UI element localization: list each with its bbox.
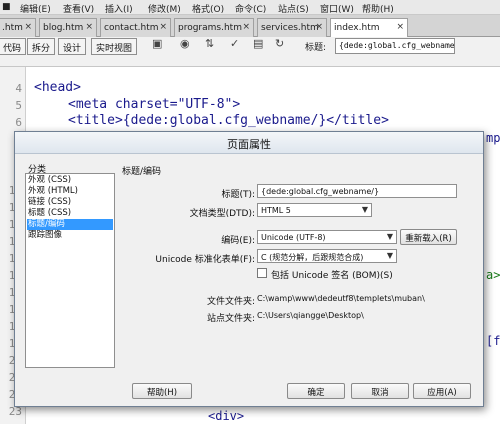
tab-services[interactable]: services.htm ×: [257, 18, 327, 37]
code-peek-text: mp: [486, 131, 500, 145]
tab-label: contact.htm: [104, 23, 159, 33]
code-line-head[interactable]: <head>: [34, 80, 81, 95]
menu-view[interactable]: 查看(V): [63, 2, 94, 15]
bom-checkbox[interactable]: [257, 268, 267, 278]
document-tab-bar: .htm × blog.htm × contact.htm × programs…: [0, 15, 500, 38]
tab-partial[interactable]: .htm ×: [0, 18, 36, 37]
encoding-select[interactable]: Unicode (UTF-8) ▼: [257, 230, 397, 244]
apply-button[interactable]: 应用(A): [413, 383, 471, 399]
code-line-meta[interactable]: <meta charset="UTF-8">: [68, 97, 240, 112]
tab-blog[interactable]: blog.htm ×: [39, 18, 97, 37]
normalization-value: C (规范分解，后跟规范合成): [261, 253, 364, 262]
split-view-button[interactable]: 拆分: [27, 38, 56, 55]
refresh-icon[interactable]: ↻: [275, 37, 284, 50]
doctype-select[interactable]: HTML 5 ▼: [257, 203, 372, 217]
tab-label: blog.htm: [43, 23, 84, 33]
category-list: 外观 (CSS) 外观 (HTML) 链接 (CSS) 标题 (CSS) 标题/…: [25, 173, 115, 368]
menu-help[interactable]: 帮助(H): [362, 2, 394, 15]
menu-insert[interactable]: 插入(I): [105, 2, 133, 15]
page-properties-dialog: 页面属性 分类 外观 (CSS) 外观 (HTML) 链接 (CSS) 标题 (…: [14, 131, 484, 407]
tab-programs[interactable]: programs.htm ×: [174, 18, 254, 37]
menu-window[interactable]: 窗口(W): [320, 2, 354, 15]
document-folder-path: C:\wamp\www\dedeutf8\templets\muban\: [257, 294, 425, 303]
tab-label: services.htm: [261, 23, 319, 33]
reload-button[interactable]: 重新载入(R): [400, 229, 457, 245]
category-item-appearance-html[interactable]: 外观 (HTML): [27, 186, 113, 197]
line-number: 4: [15, 82, 22, 95]
code-peek-text: <div>: [208, 409, 245, 423]
category-item-title-encoding[interactable]: 标题/编码: [27, 219, 113, 230]
line-number: 5: [15, 99, 22, 112]
title-label: 标题:: [305, 43, 327, 53]
section-header: 标题/编码: [122, 167, 162, 177]
tab-label: .htm: [2, 23, 23, 33]
menu-bar: ■ 编辑(E) 查看(V) 插入(I) 修改(M) 格式(O) 命令(C) 站点…: [0, 0, 500, 15]
site-folder-label: 站点文件夹:: [206, 314, 255, 324]
document-folder-label: 文件文件夹:: [206, 297, 255, 307]
doctype-label: 文档类型(DTD):: [189, 209, 255, 219]
menu-edit[interactable]: 编辑(E): [20, 2, 51, 15]
document-title-input[interactable]: {dede:global.cfg_webname/: [335, 38, 455, 54]
encoding-label: 编码(E):: [221, 236, 255, 246]
dialog-body: 分类 外观 (CSS) 外观 (HTML) 链接 (CSS) 标题 (CSS) …: [15, 154, 483, 406]
tab-contact[interactable]: contact.htm ×: [100, 18, 171, 37]
validate-icon[interactable]: ✓: [230, 37, 239, 50]
close-icon[interactable]: ×: [242, 22, 250, 32]
site-folder-path: C:\Users\qiangge\Desktop\: [257, 311, 364, 320]
normalization-select[interactable]: C (规范分解，后跟规范合成) ▼: [257, 249, 397, 263]
document-toolbar: 代码 拆分 设计 实时视图 ▣ ◉ ⇅ ✓ ▤ ↻ 标题: {dede:glob…: [0, 37, 500, 67]
visual-aids-icon[interactable]: ▤: [253, 37, 263, 50]
ok-button[interactable]: 确定: [287, 383, 345, 399]
inspect-icon[interactable]: ▣: [152, 37, 162, 50]
live-view-button[interactable]: 实时视图: [91, 38, 138, 55]
close-icon[interactable]: ×: [24, 22, 32, 32]
title-field-label: 标题(T):: [221, 190, 255, 200]
design-view-button[interactable]: 设计: [58, 38, 87, 55]
dialog-title: 页面属性: [15, 132, 483, 154]
bom-label: 包括 Unicode 签名 (BOM)(S): [271, 271, 393, 281]
category-item-appearance-css[interactable]: 外观 (CSS): [27, 175, 113, 186]
normalization-label: Unicode 标准化表单(F):: [155, 255, 255, 265]
chevron-down-icon: ▼: [386, 232, 393, 241]
page-title-input[interactable]: {dede:global.cfg_webname/}: [257, 184, 457, 198]
category-item-links-css[interactable]: 链接 (CSS): [27, 197, 113, 208]
category-item-tracing-image[interactable]: 跟踪图像: [27, 230, 113, 241]
close-icon[interactable]: ×: [85, 22, 93, 32]
close-icon[interactable]: ×: [159, 22, 167, 32]
encoding-value: Unicode (UTF-8): [261, 233, 326, 242]
menu-site[interactable]: 站点(S): [278, 2, 309, 15]
category-item-headings-css[interactable]: 标题 (CSS): [27, 208, 113, 219]
menu-modify[interactable]: 修改(M): [148, 2, 181, 15]
code-peek-text: [f: [486, 334, 500, 348]
cancel-button[interactable]: 取消: [351, 383, 409, 399]
chevron-down-icon: ▼: [361, 205, 368, 214]
file-management-icon[interactable]: ⇅: [205, 37, 214, 50]
line-number: 6: [15, 116, 22, 129]
menu-format[interactable]: 格式(O): [192, 2, 224, 15]
help-button[interactable]: 帮助(H): [132, 383, 192, 399]
chevron-down-icon: ▼: [386, 251, 393, 260]
code-view-button[interactable]: 代码: [0, 38, 27, 55]
close-icon[interactable]: ×: [396, 22, 404, 32]
doctype-value: HTML 5: [261, 206, 291, 215]
tab-index[interactable]: index.htm ×: [330, 18, 408, 38]
tab-label: index.htm: [334, 23, 380, 33]
code-line-title[interactable]: <title>{dede:global.cfg_webname/}</title…: [68, 113, 389, 128]
menu-item-file[interactable]: ■: [2, 2, 11, 12]
tab-label: programs.htm: [178, 23, 242, 33]
close-icon[interactable]: ×: [315, 22, 323, 32]
preview-icon[interactable]: ◉: [180, 37, 190, 50]
code-peek-text: a>: [486, 268, 500, 282]
menu-command[interactable]: 命令(C): [235, 2, 266, 15]
